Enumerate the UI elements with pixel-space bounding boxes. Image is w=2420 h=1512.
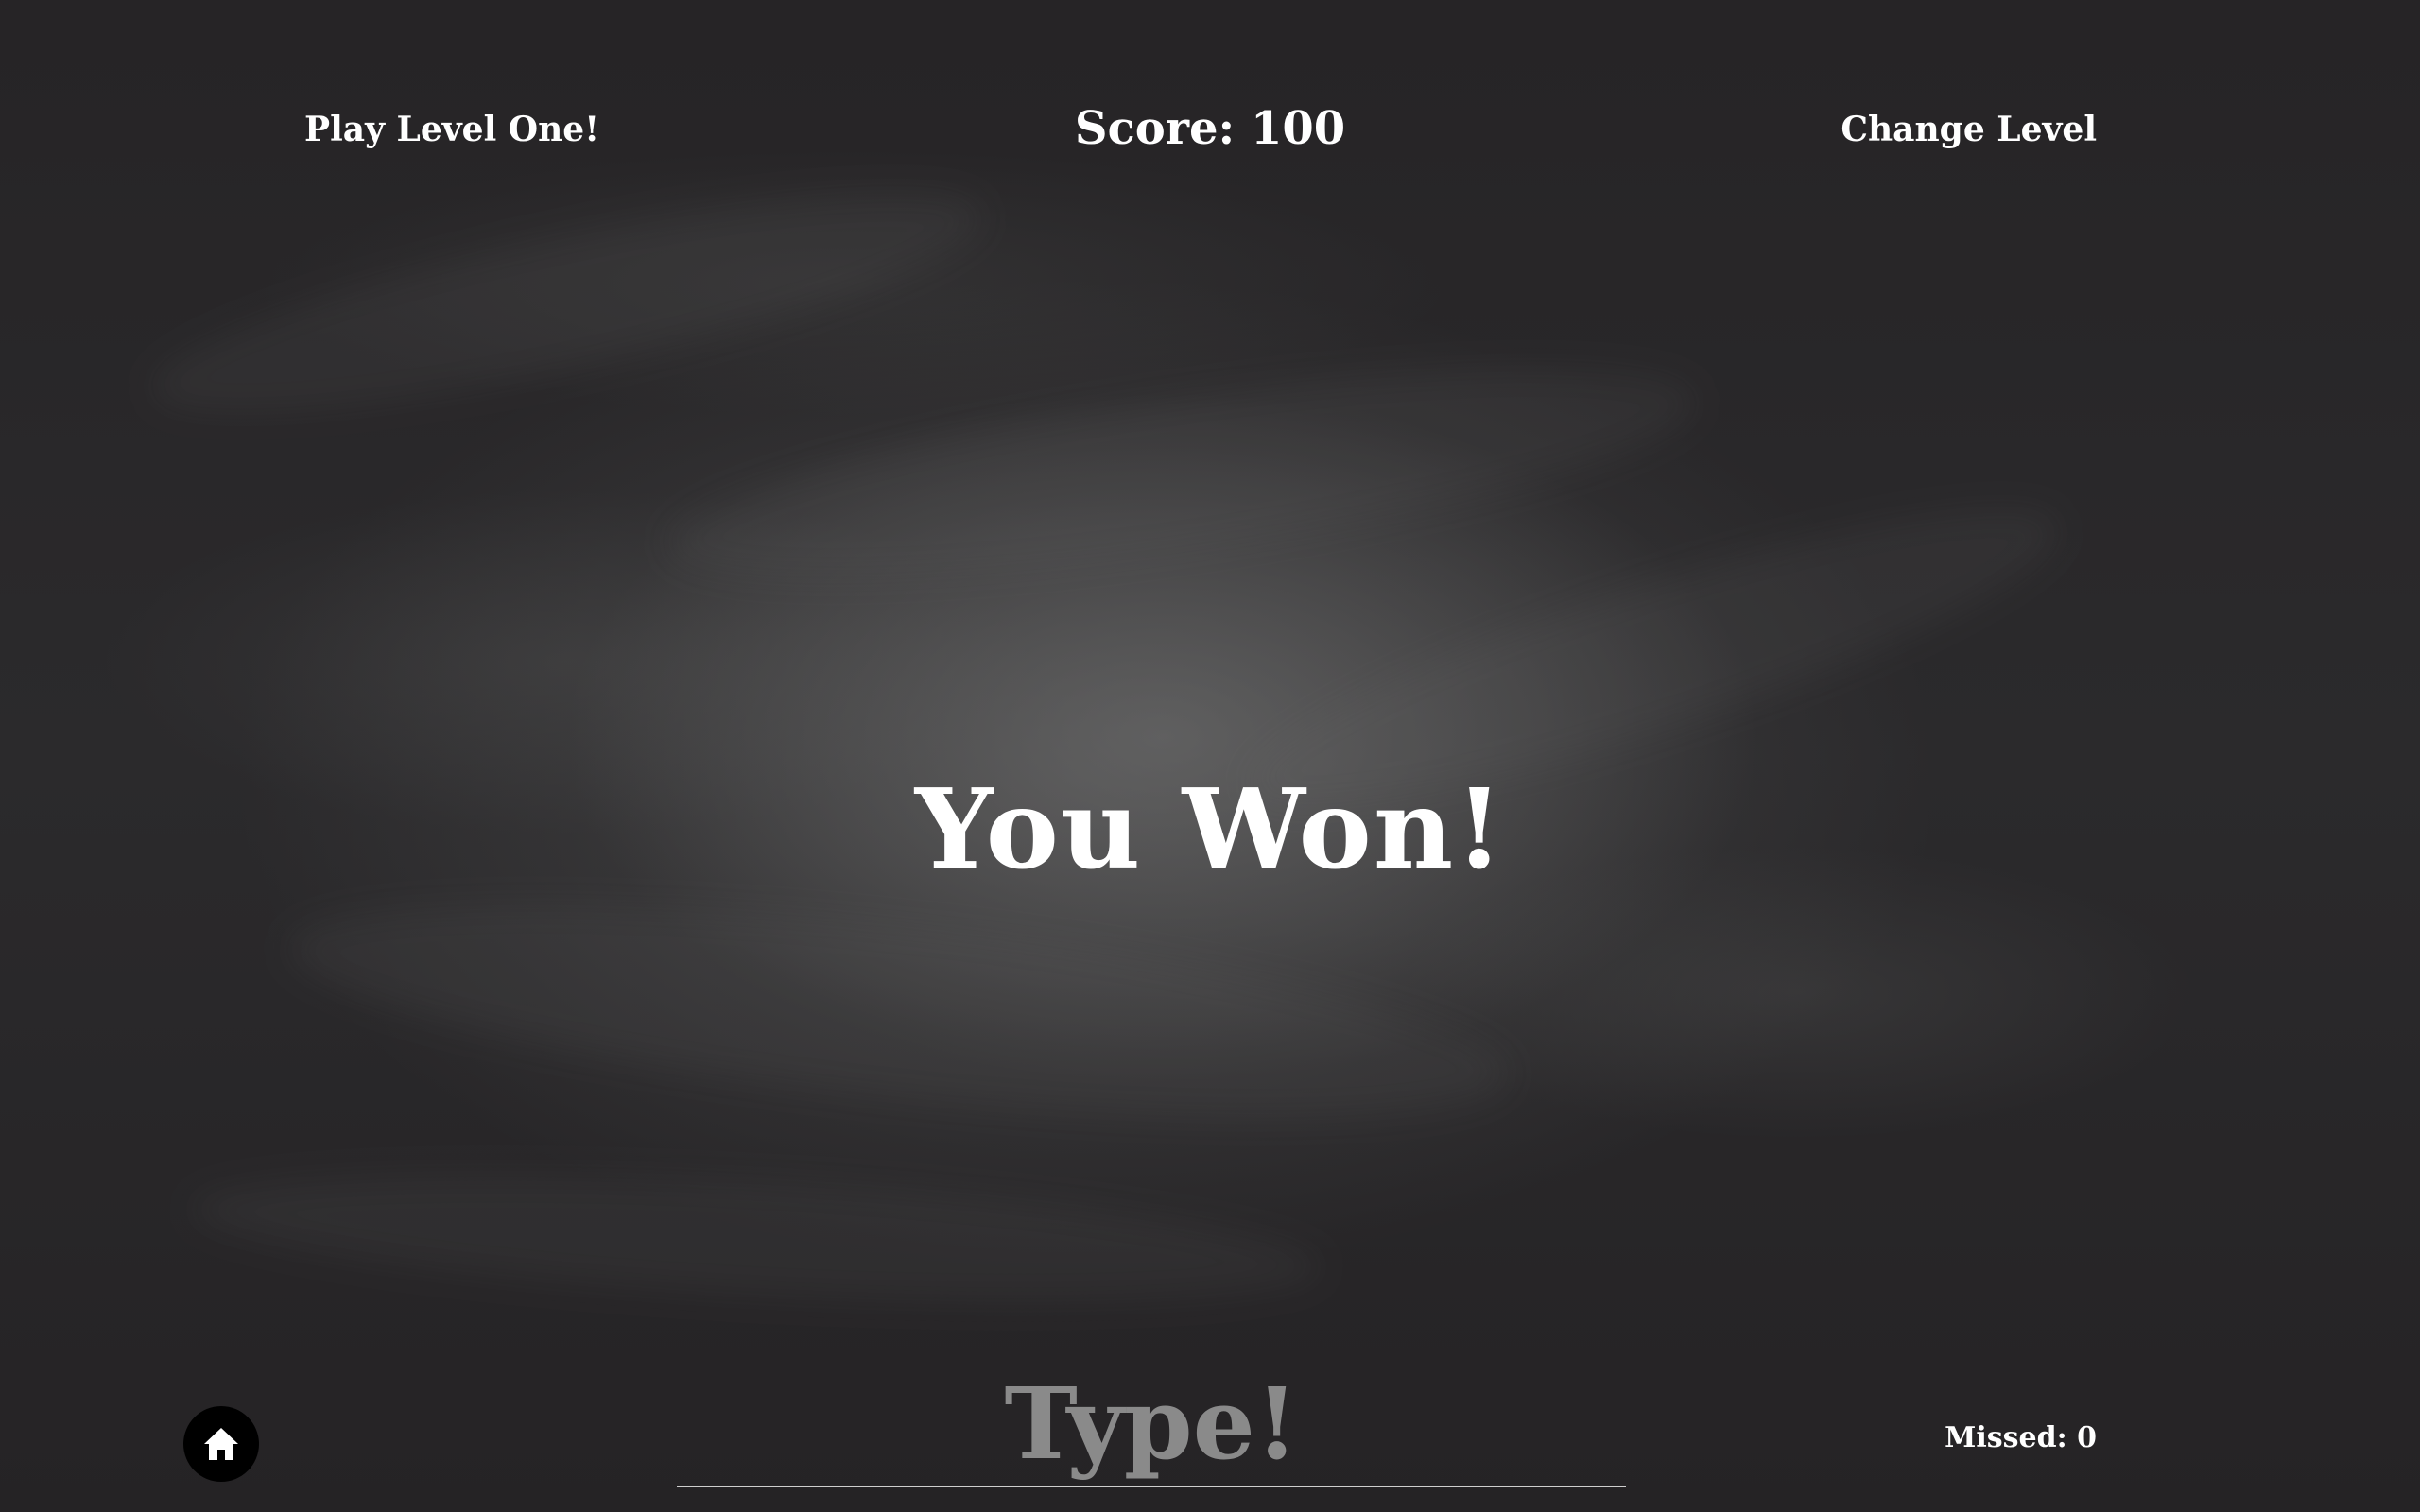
change-level-button[interactable]: Change Level	[1841, 110, 2097, 149]
home-button[interactable]	[183, 1406, 259, 1482]
chalk-smudge	[656, 325, 1707, 620]
missed-counter: Missed: 0	[1945, 1421, 2097, 1454]
play-level-one-button[interactable]: Play Level One!	[304, 110, 599, 149]
chalkboard-background: Play Level One! Score: 100 Change Level …	[0, 0, 2420, 1512]
play-level-one-label: Play Level One!	[304, 110, 600, 149]
home-icon	[204, 1428, 238, 1460]
chalk-smudge	[186, 1151, 1326, 1325]
missed-value: 0	[2077, 1421, 2097, 1454]
chalk-smudge	[137, 148, 997, 456]
score-label: Score:	[1074, 102, 1236, 155]
score-text: Score: 100	[1075, 102, 1345, 155]
type-input[interactable]	[677, 1361, 1626, 1487]
chalk-smudge	[278, 862, 1518, 1160]
change-level-label: Change Level	[1841, 110, 2097, 149]
score-value: 100	[1250, 102, 1346, 155]
game-result-message: You Won!	[914, 765, 1506, 894]
missed-label: Missed:	[1945, 1421, 2067, 1454]
